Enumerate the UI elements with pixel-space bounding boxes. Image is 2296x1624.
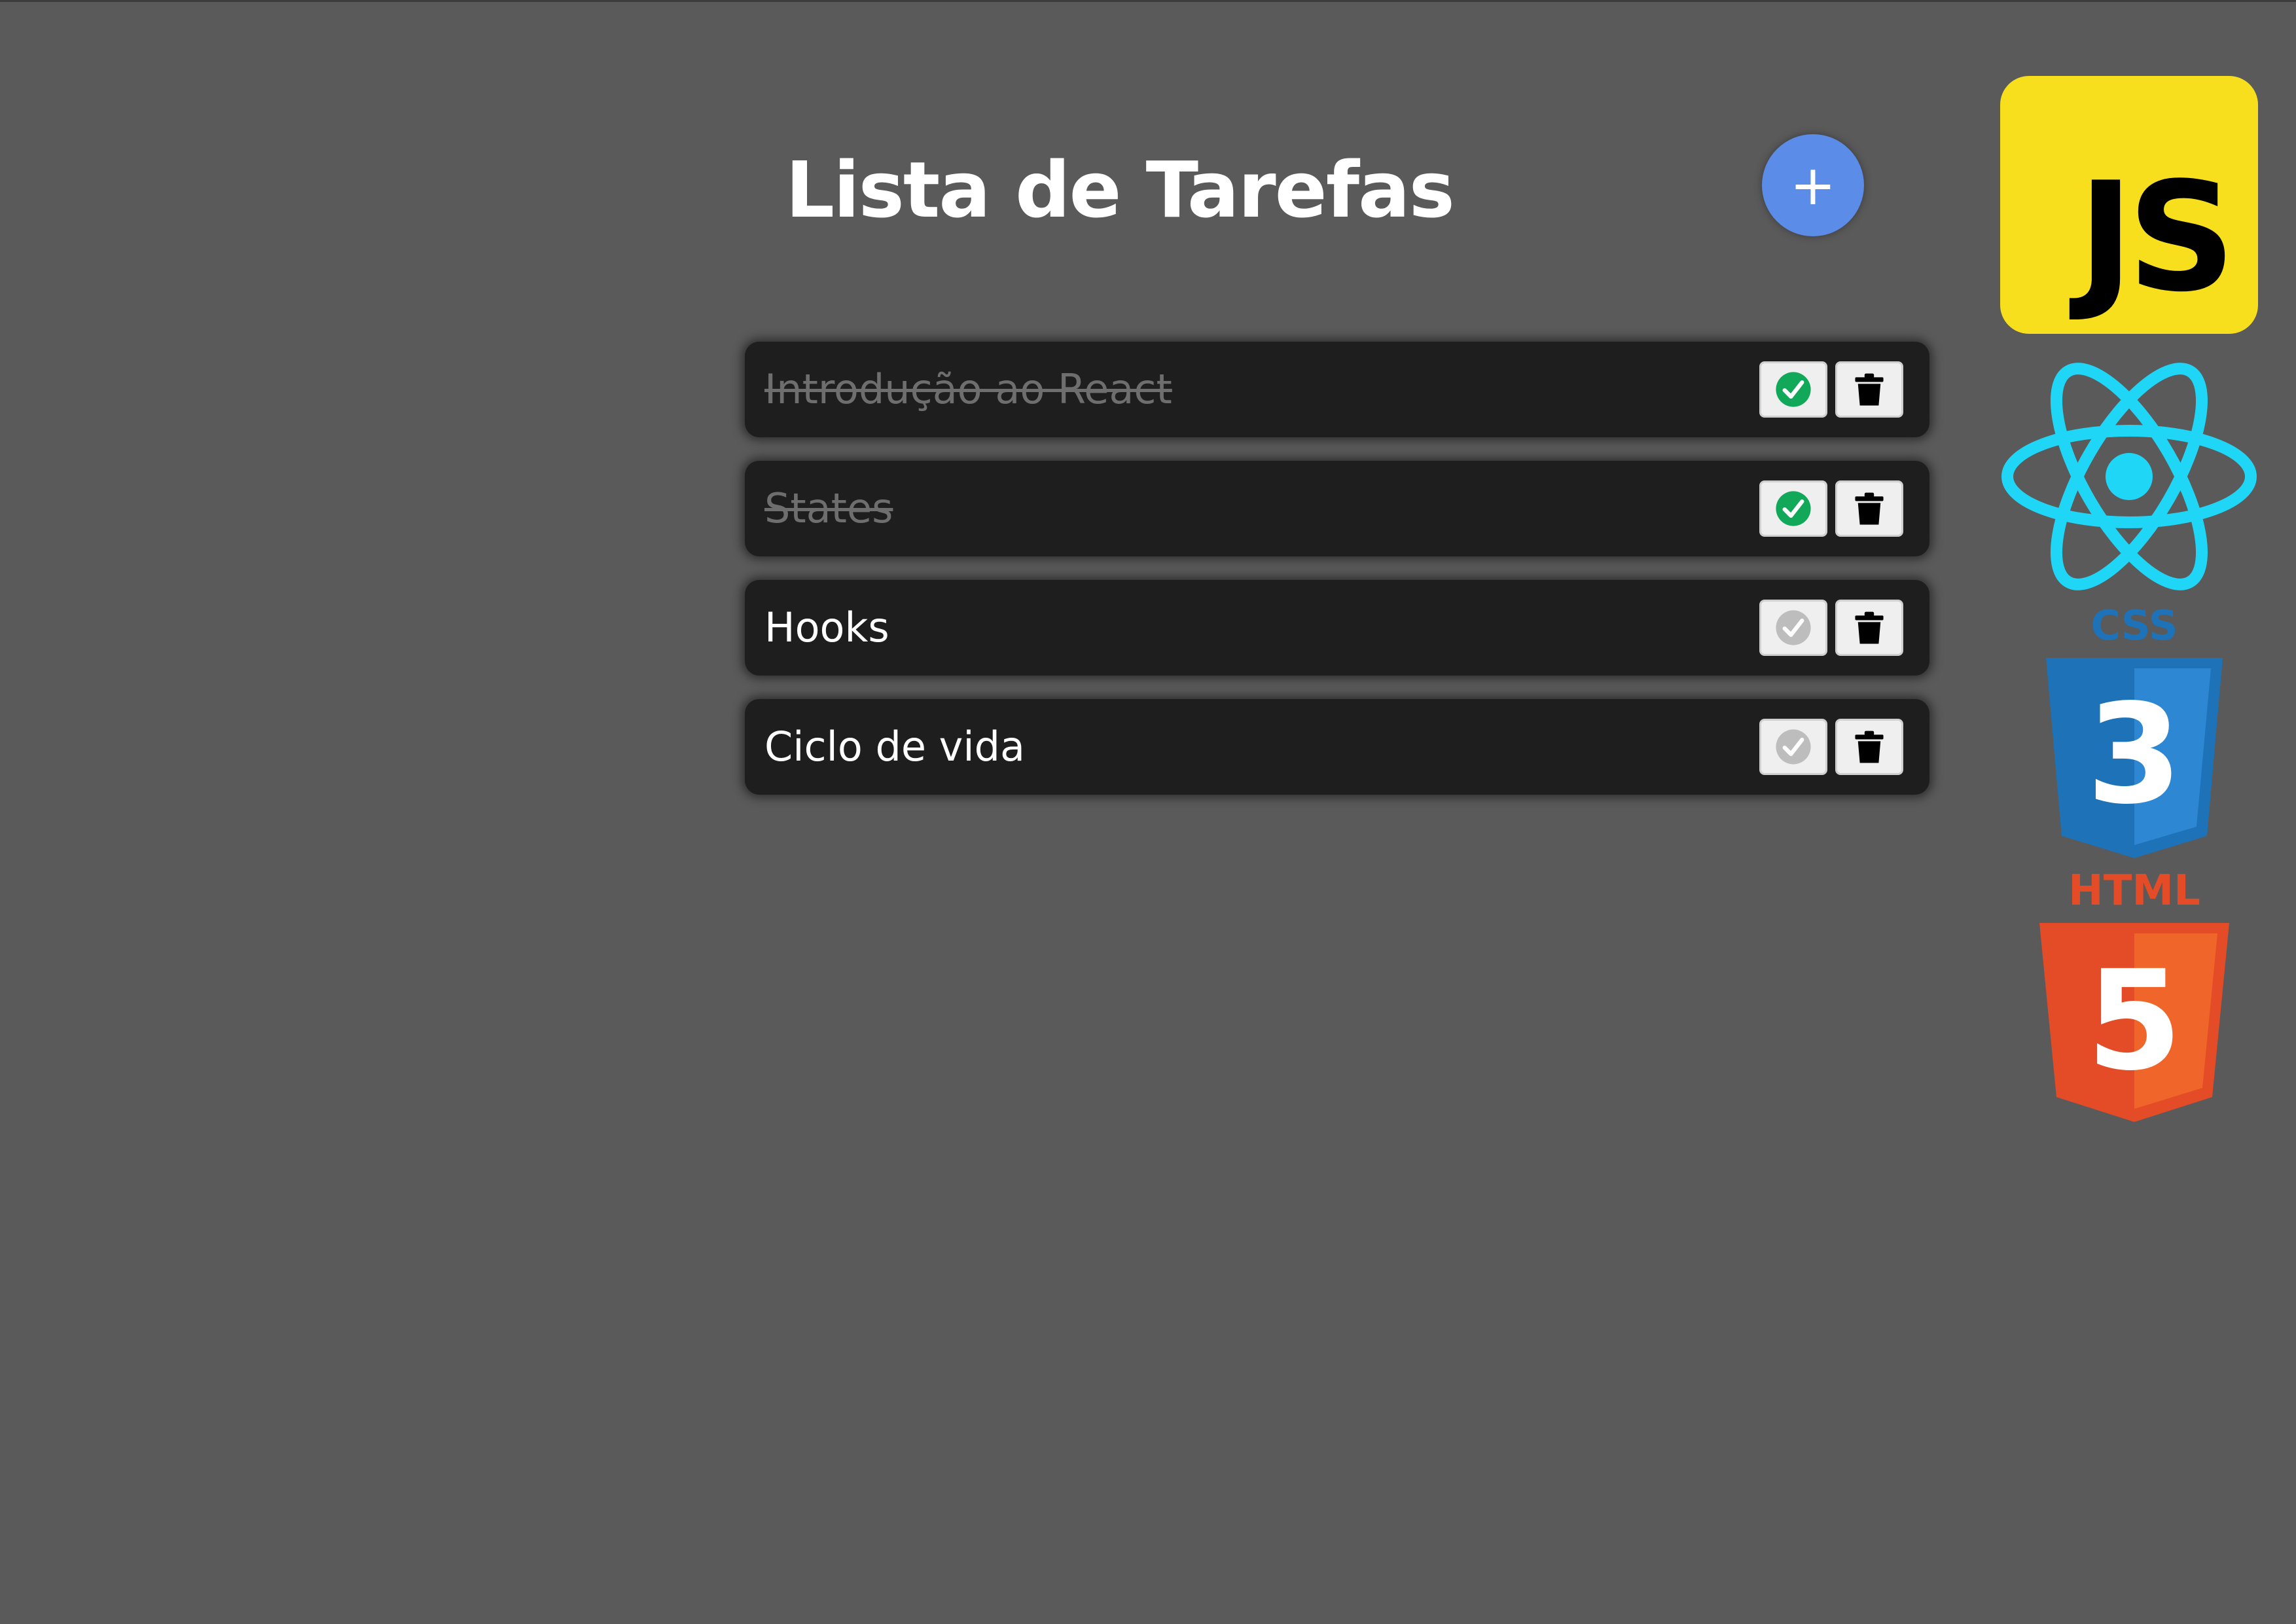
task-item: Hooks <box>745 580 1929 676</box>
delete-task-button[interactable] <box>1835 600 1903 656</box>
trash-icon <box>1855 492 1884 525</box>
delete-task-button[interactable] <box>1835 480 1903 537</box>
check-circle-icon <box>1776 729 1811 765</box>
check-circle-icon <box>1776 610 1811 645</box>
react-logo <box>2001 363 2257 590</box>
complete-task-button[interactable] <box>1759 719 1827 775</box>
trash-icon <box>1855 731 1884 763</box>
javascript-logo: JS <box>2000 76 2258 334</box>
task-text: Introdução ao React <box>764 365 1172 413</box>
check-circle-icon <box>1776 372 1811 407</box>
html5-logo: HTML 5 <box>2039 868 2229 1122</box>
css3-logo-text: CSS <box>2090 605 2178 649</box>
complete-task-button[interactable] <box>1759 600 1827 656</box>
task-text: Ciclo de vida <box>764 723 1025 770</box>
delete-task-button[interactable] <box>1835 719 1903 775</box>
css3-badge-text: 3 <box>2087 674 2182 835</box>
task-text: Hooks <box>764 604 889 651</box>
add-task-button[interactable]: + <box>1762 134 1864 236</box>
javascript-logo-text: JS <box>2070 151 2229 325</box>
html5-badge-text: 5 <box>2087 941 2182 1101</box>
task-item: Ciclo de vida <box>745 699 1929 795</box>
trash-icon <box>1855 373 1884 406</box>
page-title: Lista de Tarefas <box>785 145 1455 235</box>
css3-logo: CSS 3 <box>2046 605 2223 858</box>
task-item: States <box>745 461 1929 556</box>
task-item: Introdução ao React <box>745 342 1929 437</box>
check-circle-icon <box>1776 491 1811 526</box>
delete-task-button[interactable] <box>1835 361 1903 418</box>
complete-task-button[interactable] <box>1759 361 1827 418</box>
task-list: Introdução ao React States Hooks Ciclo d… <box>745 342 1929 818</box>
top-border <box>0 0 2296 2</box>
task-text: States <box>764 484 893 532</box>
complete-task-button[interactable] <box>1759 480 1827 537</box>
trash-icon <box>1855 611 1884 644</box>
html5-logo-text: HTML <box>2068 868 2200 915</box>
